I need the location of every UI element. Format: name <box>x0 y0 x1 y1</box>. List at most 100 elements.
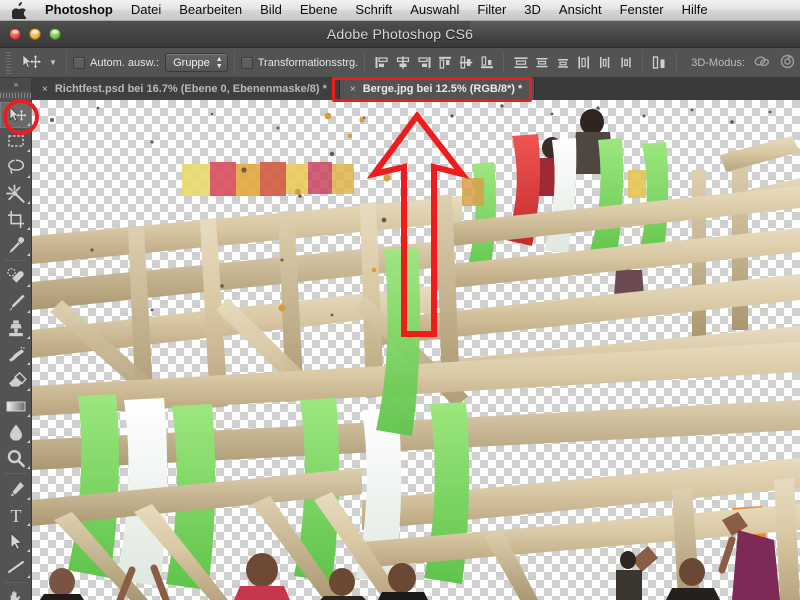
menu-item-filter[interactable]: Filter <box>468 0 515 20</box>
double-chevron-right-icon[interactable]: » <box>0 78 31 91</box>
menu-item-datei[interactable]: Datei <box>122 0 170 20</box>
move-tool[interactable] <box>0 102 32 128</box>
stepper-arrows-icon: ▲ ▼ <box>215 55 223 70</box>
auto-select-checkbox[interactable] <box>73 56 85 69</box>
menu-item-bild[interactable]: Bild <box>251 0 291 20</box>
path-selection-tool[interactable] <box>0 528 32 554</box>
flyout-triangle-icon <box>27 253 30 256</box>
align-bottom-edges-icon[interactable] <box>476 51 497 75</box>
menu-item-auswahl[interactable]: Auswahl <box>401 0 468 20</box>
options-separator-2 <box>233 51 235 74</box>
quick-selection-tool[interactable] <box>0 180 32 206</box>
flyout-triangle-icon <box>27 149 30 152</box>
tab-close-icon[interactable]: × <box>350 84 356 95</box>
gradient-tool[interactable] <box>0 393 32 419</box>
clone-stamp-tool[interactable] <box>0 315 32 341</box>
align-right-edges-icon[interactable] <box>413 51 434 75</box>
tab-label: Richtfest.psd bei 16.7% (Ebene 0, Ebenen… <box>54 83 327 95</box>
window-title: Adobe Photoshop CS6 <box>326 26 474 42</box>
distribute-button-group <box>510 51 636 75</box>
flyout-triangle-icon <box>27 497 30 500</box>
distribute-top-edges-icon[interactable] <box>510 51 531 75</box>
menu-item-hilfe[interactable]: Hilfe <box>673 0 717 20</box>
type-tool[interactable]: T <box>0 502 32 528</box>
distribute-left-edges-icon[interactable] <box>573 51 594 75</box>
flyout-triangle-icon <box>27 201 30 204</box>
menu-item-ebene[interactable]: Ebene <box>291 0 347 20</box>
menu-item-fenster[interactable]: Fenster <box>611 0 673 20</box>
crop-tool[interactable] <box>0 206 32 232</box>
history-brush-tool[interactable] <box>0 341 32 367</box>
align-top-edges-icon[interactable] <box>434 51 455 75</box>
eyedropper-tool[interactable] <box>0 232 32 258</box>
flyout-triangle-icon <box>27 523 30 526</box>
document-tab-bar: × Richtfest.psd bei 16.7% (Ebene 0, Eben… <box>32 78 800 100</box>
flyout-triangle-icon <box>27 362 30 365</box>
menu-item-bearbeiten[interactable]: Bearbeiten <box>170 0 251 20</box>
flyout-triangle-icon <box>27 414 30 417</box>
distribute-horizontal-centers-icon[interactable] <box>594 51 615 75</box>
transform-controls-label: Transformationsstrg. <box>257 56 359 69</box>
options-separator-1 <box>66 51 67 74</box>
pen-tool[interactable] <box>0 476 32 502</box>
flyout-triangle-icon <box>27 336 30 339</box>
dust-specks <box>50 104 772 317</box>
align-horizontal-centers-icon[interactable] <box>392 51 413 75</box>
tools-panel: » T <box>0 78 32 600</box>
transform-controls-checkbox[interactable] <box>240 56 253 69</box>
tools-panel-grip[interactable] <box>0 91 31 100</box>
mode3d-icon-group <box>753 54 796 72</box>
rectangular-marquee-tool[interactable] <box>0 128 32 154</box>
menu-item-schrift[interactable]: Schrift <box>346 0 401 20</box>
tool-preset-chevron-down-icon[interactable]: ▼ <box>46 50 60 76</box>
tools-separator-2 <box>4 473 27 474</box>
tab-label: Berge.jpg bei 12.5% (RGB/8*) * <box>362 83 523 95</box>
tools-separator-1 <box>4 260 27 261</box>
menu-item-3d[interactable]: 3D <box>515 0 550 20</box>
brush-tool[interactable] <box>0 289 32 315</box>
flyout-triangle-icon <box>27 440 30 443</box>
auto-align-layers-icon[interactable] <box>649 51 670 75</box>
flyout-triangle-icon <box>27 175 30 178</box>
document-canvas[interactable] <box>32 100 800 600</box>
svg-text:T: T <box>11 506 22 525</box>
options-separator-6 <box>676 51 678 74</box>
flyout-triangle-icon <box>27 284 30 287</box>
transform-controls-group: Transformationsstrg. <box>240 56 359 69</box>
rotate-3d-object-icon[interactable] <box>753 54 772 72</box>
options-separator-5 <box>642 51 644 74</box>
options-bar: ▼ Autom. ausw.: Gruppe ▲ ▼ Transformation… <box>0 48 800 78</box>
flyout-triangle-icon <box>27 227 30 230</box>
align-left-edges-icon[interactable] <box>371 51 392 75</box>
auto-select-dropdown[interactable]: Gruppe ▲ ▼ <box>165 53 228 72</box>
distribute-bottom-edges-icon[interactable] <box>552 51 573 75</box>
options-separator-3 <box>364 51 366 74</box>
blur-tool[interactable] <box>0 419 32 445</box>
spot-healing-brush-tool[interactable] <box>0 263 32 289</box>
auto-select-group: Autom. ausw.: Gruppe ▲ ▼ <box>73 53 228 72</box>
lasso-tool[interactable] <box>0 154 32 180</box>
flyout-triangle-icon <box>27 466 30 469</box>
distribute-vertical-centers-icon[interactable] <box>531 51 552 75</box>
hand-tool[interactable] <box>0 585 32 600</box>
auto-select-value: Gruppe <box>173 56 210 69</box>
tab-close-icon[interactable]: × <box>42 84 48 95</box>
move-tool-icon[interactable] <box>16 50 46 76</box>
distribute-right-edges-icon[interactable] <box>615 51 636 75</box>
dodge-tool[interactable] <box>0 445 32 471</box>
menu-item-ansicht[interactable]: Ansicht <box>550 0 611 20</box>
align-vertical-centers-icon[interactable] <box>455 51 476 75</box>
tab-richtfest-psd[interactable]: × Richtfest.psd bei 16.7% (Ebene 0, Eben… <box>32 78 340 100</box>
window-title-bar: Adobe Photoshop CS6 <box>0 21 800 48</box>
auto-select-label: Autom. ausw.: <box>90 56 160 69</box>
options-bar-grip[interactable] <box>2 51 14 74</box>
line-tool[interactable] <box>0 554 32 580</box>
menu-item-photoshop[interactable]: Photoshop <box>36 0 122 20</box>
flyout-triangle-icon <box>27 123 30 126</box>
apple-logo-icon[interactable] <box>8 1 30 19</box>
flyout-triangle-icon <box>27 575 30 578</box>
eraser-tool[interactable] <box>0 367 32 393</box>
tab-berge-jpg[interactable]: × Berge.jpg bei 12.5% (RGB/8*) * <box>339 78 536 100</box>
roll-3d-object-icon[interactable] <box>779 54 796 72</box>
os-menu-bar: Photoshop Datei Bearbeiten Bild Ebene Sc… <box>0 0 800 21</box>
